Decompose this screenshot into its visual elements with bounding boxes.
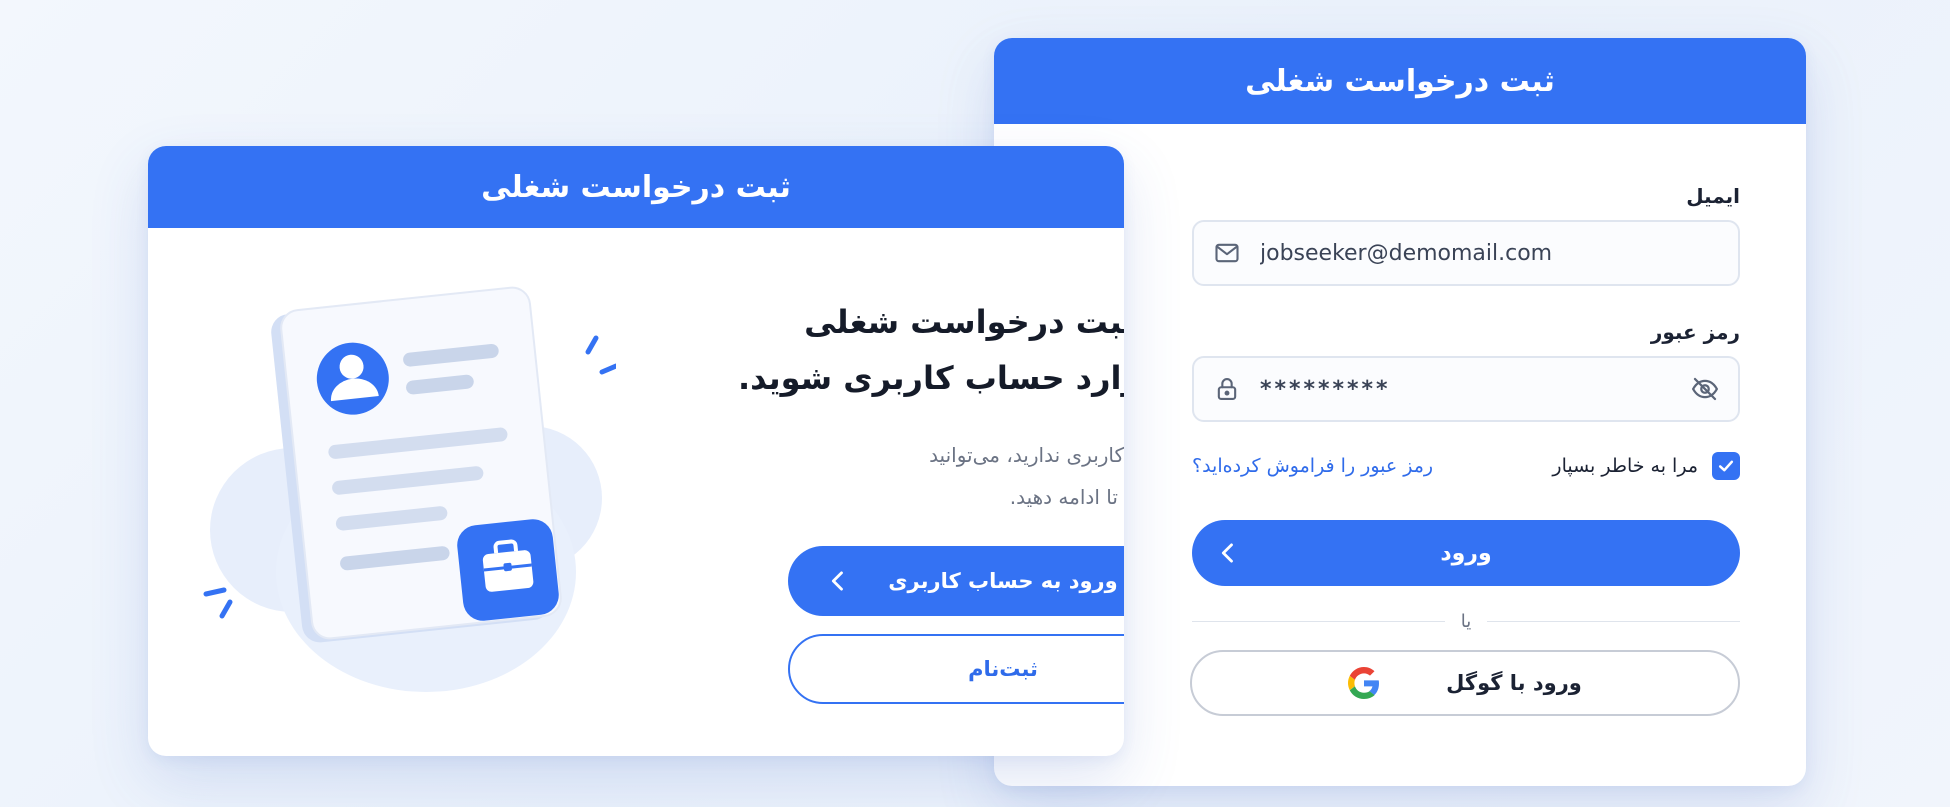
register-button[interactable]: ثبت‌نام xyxy=(788,634,1124,704)
divider-line-right xyxy=(1487,620,1740,622)
eye-off-icon[interactable] xyxy=(1690,374,1720,404)
welcome-description-line2: ثبت‌نام کنید تا ادامه دهید. xyxy=(1009,485,1124,509)
welcome-heading: برای ثبت درخواست شغلی ابتدا وارد حساب کا… xyxy=(640,294,1124,406)
login-button-label: ورود xyxy=(1440,540,1492,566)
welcome-description-line1: اگر حساب کاربری ندارید، می‌توانید xyxy=(929,443,1124,467)
google-login-label: ورود با گوگل xyxy=(1446,671,1582,695)
welcome-content: برای ثبت درخواست شغلی ابتدا وارد حساب کا… xyxy=(640,294,1124,704)
welcome-actions: ورود به حساب کاربری ثبت‌نام xyxy=(640,518,1124,704)
password-label: رمز عبور xyxy=(1650,320,1740,344)
welcome-heading-line1: برای ثبت درخواست شغلی xyxy=(804,303,1124,341)
login-button[interactable]: ورود xyxy=(1192,520,1740,586)
chevron-left-icon xyxy=(831,571,843,591)
or-divider: یا xyxy=(1192,606,1740,636)
or-text: یا xyxy=(1460,610,1472,632)
register-label: ثبت‌نام xyxy=(968,657,1038,681)
mail-icon xyxy=(1212,238,1242,268)
welcome-card-title: ثبت درخواست شغلی xyxy=(481,169,791,205)
remember-me-checkbox[interactable] xyxy=(1712,452,1740,480)
chevron-left-icon xyxy=(1221,543,1233,563)
remember-me[interactable]: مرا به خاطر بسپار xyxy=(1552,452,1740,480)
password-input[interactable] xyxy=(1242,376,1690,402)
email-input[interactable] xyxy=(1242,240,1720,266)
google-login-button[interactable]: ورود با گوگل xyxy=(1190,650,1740,716)
login-card-title: ثبت درخواست شغلی xyxy=(1245,63,1555,99)
check-icon xyxy=(1718,460,1734,472)
lock-icon xyxy=(1212,374,1242,404)
email-label: ایمیل xyxy=(1686,184,1740,208)
divider-line-left xyxy=(1192,620,1445,622)
login-form: ایمیل رمز عبور xyxy=(1190,184,1740,716)
remember-me-label: مرا به خاطر بسپار xyxy=(1552,455,1698,477)
login-options-row: رمز عبور را فراموش کرده‌اید؟ مرا به خاطر… xyxy=(1192,450,1740,482)
forgot-password-link[interactable]: رمز عبور را فراموش کرده‌اید؟ xyxy=(1192,455,1433,477)
login-account-label: ورود به حساب کاربری xyxy=(888,569,1118,593)
login-account-button[interactable]: ورود به حساب کاربری xyxy=(788,546,1124,616)
welcome-heading-line2: ابتدا وارد حساب کاربری شوید. xyxy=(737,359,1124,397)
welcome-card: ثبت درخواست شغلی بت درخواست شغلی ارد حسا… xyxy=(148,146,1124,756)
password-field-box[interactable] xyxy=(1192,356,1740,422)
login-card-header: ثبت درخواست شغلی xyxy=(994,38,1806,124)
welcome-description: اگر حساب کاربری ندارید، می‌توانید ثبت‌نا… xyxy=(640,434,1124,518)
welcome-card-header: ثبت درخواست شغلی xyxy=(148,146,1124,228)
resume-illustration xyxy=(203,286,616,692)
email-field-box[interactable] xyxy=(1192,220,1740,286)
google-icon xyxy=(1348,667,1380,699)
